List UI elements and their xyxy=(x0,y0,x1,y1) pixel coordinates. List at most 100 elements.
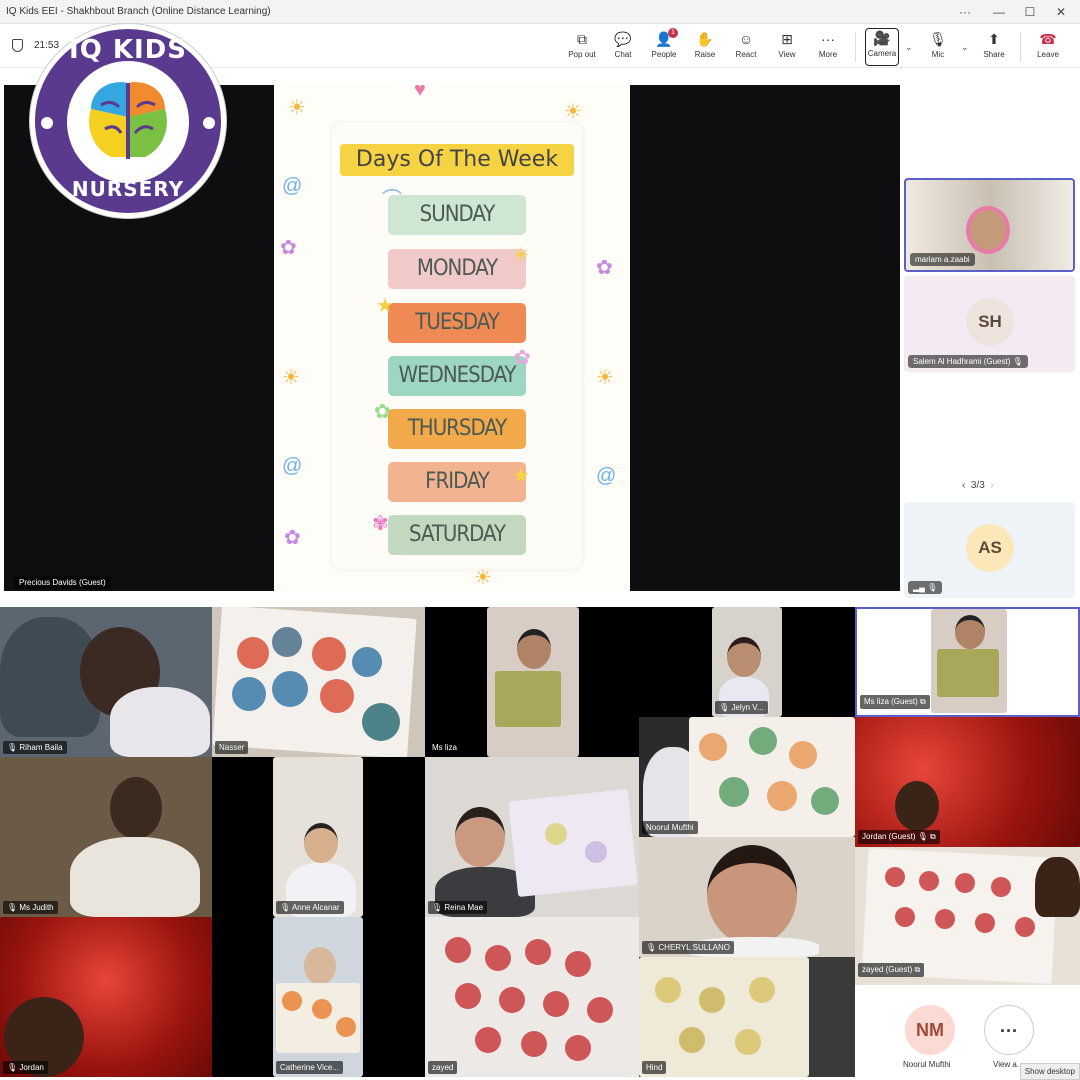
participant-video-person xyxy=(895,781,939,831)
participant-tile[interactable]: SH Salem Al Hadhrami (Guest) 🎙 xyxy=(904,276,1075,372)
participant-tile[interactable]: Catherine Vice... xyxy=(212,917,425,1077)
day-monday: MONDAY xyxy=(388,249,526,289)
participant-name-tag: mariam a.zaabi xyxy=(910,253,975,266)
view-all-button[interactable]: ··· xyxy=(984,1005,1034,1055)
people-icon: 👤 xyxy=(655,31,673,47)
participant-tile[interactable]: mariam a.zaabi xyxy=(904,178,1075,272)
participant-tile[interactable]: Noorul Mufthi xyxy=(639,717,855,837)
mic-options-chevron-icon[interactable]: ⌄ xyxy=(961,42,969,53)
day-saturday: SATURDAY xyxy=(388,515,526,555)
window-more-button[interactable]: ··· xyxy=(956,3,974,21)
participant-name-tag: 🎙 Riham Baila xyxy=(3,741,67,754)
painting-paper xyxy=(639,957,809,1077)
paint-print xyxy=(749,727,777,755)
paint-print xyxy=(679,1027,705,1053)
paint-print xyxy=(655,977,681,1003)
shooting-star-icon: ★ xyxy=(512,465,530,487)
paint-print xyxy=(749,977,775,1003)
paint-print xyxy=(499,987,525,1013)
day-sunday: SUNDAY xyxy=(388,195,526,235)
paint-print xyxy=(455,983,481,1009)
paint-print xyxy=(699,987,725,1013)
more-button[interactable]: ··· More xyxy=(808,30,848,64)
participant-avatar: AS xyxy=(966,524,1014,572)
raise-hand-button[interactable]: ✋ Raise xyxy=(685,30,725,64)
participant-tile[interactable]: zayed (Guest) ⧉ xyxy=(855,847,1080,985)
participant-tile[interactable]: Jordan (Guest) 🎙 ⧉ xyxy=(855,717,1080,847)
shared-slide: ☀ ☀ @ ✿ ☀ @ ✿ ✿ ☀ @ ♥ ☀ Days Of The Week… xyxy=(274,85,630,591)
sun-doodle-icon: ☀ xyxy=(564,101,582,123)
show-desktop-button[interactable]: Show desktop xyxy=(1019,1063,1080,1080)
day-thursday: THURSDAY xyxy=(388,409,526,449)
participant-name-tag: Jordan (Guest) 🎙 ⧉ xyxy=(858,830,940,844)
participant-tile[interactable]: AS ▂▄ 🎙 xyxy=(904,502,1075,598)
screen-share-icon: ⧉ xyxy=(920,697,926,706)
participant-tile[interactable]: 🎙 Anne Alcanar xyxy=(212,757,425,917)
title-bar: IQ Kids EEI - Shakhbout Branch (Online D… xyxy=(0,0,1080,24)
smiley-icon: ☺ xyxy=(738,31,754,47)
participant-video-person xyxy=(1035,857,1080,917)
share-button[interactable]: ⬆ Share xyxy=(974,30,1014,64)
minimize-button[interactable]: — xyxy=(990,3,1008,21)
speaker-name-tag: Precious Davids (Guest) xyxy=(14,576,111,589)
mic-button[interactable]: 🎙 Mic xyxy=(918,30,958,64)
participant-tile[interactable]: 🎙 CHERYL SULLANO xyxy=(639,837,855,957)
participant-name-tag: Hind xyxy=(642,1061,667,1074)
flower-doodle-icon: ✿ xyxy=(284,527,301,549)
participant-name-tag: 🎙 CHERYL SULLANO xyxy=(642,941,734,954)
participant-tile[interactable]: 🎙 Jelyn V... xyxy=(639,607,855,717)
logo-dot xyxy=(203,117,215,129)
star-icon: ★ xyxy=(376,295,394,317)
next-page-chevron-icon[interactable]: › xyxy=(990,480,993,491)
participant-tile[interactable]: Ms liza (Guest) ⧉ xyxy=(855,607,1080,717)
more-icon: ··· xyxy=(821,31,835,47)
slide-title: Days Of The Week xyxy=(340,144,574,176)
participant-tile[interactable]: zayed xyxy=(425,917,639,1077)
chat-button[interactable]: 💬 Chat xyxy=(603,30,643,64)
sun-cloud-icon: ☀ xyxy=(512,245,530,267)
maximize-button[interactable]: ☐ xyxy=(1021,3,1039,21)
sun-doodle-icon: ☀ xyxy=(282,367,300,389)
participant-name-tag: Noorul Mufthi xyxy=(642,821,698,834)
participant-tile[interactable]: Hind xyxy=(639,957,855,1077)
paint-print xyxy=(955,873,975,893)
participant-tile[interactable]: 🎙 Riham Baila xyxy=(0,607,212,757)
view-button[interactable]: ⊞ View xyxy=(767,30,807,64)
hangup-icon: ☎ xyxy=(1039,31,1057,47)
participant-avatar[interactable]: NM xyxy=(905,1005,955,1055)
popout-button[interactable]: ⧉ Pop out xyxy=(562,30,602,64)
sun-doodle-icon: ☀ xyxy=(288,97,306,119)
participant-video-person xyxy=(70,837,200,917)
camera-button[interactable]: 🎥 Camera xyxy=(865,28,899,66)
mic-muted-icon: 🎙 xyxy=(917,832,928,841)
react-button[interactable]: ☺ React xyxy=(726,30,766,64)
close-window-button[interactable]: ✕ xyxy=(1052,3,1070,21)
swirl-doodle-icon: @ xyxy=(282,175,303,197)
participant-tile[interactable]: Ms liza xyxy=(425,607,639,757)
paint-print xyxy=(312,999,332,1019)
leave-button[interactable]: ☎ Leave xyxy=(1028,30,1068,64)
days-card: Days Of The Week SUNDAY MONDAY TUESDAY W… xyxy=(332,123,582,569)
people-badge: 1 xyxy=(668,28,678,38)
participant-video-person xyxy=(110,687,210,757)
paint-print xyxy=(272,671,308,707)
paint-print xyxy=(320,679,354,713)
participant-tile[interactable]: 🎙 Jordan xyxy=(0,917,212,1077)
participant-side-panel: mariam a.zaabi SH Salem Al Hadhrami (Gue… xyxy=(900,68,1080,606)
participant-tile[interactable]: 🎙 Reina Mae xyxy=(425,757,639,917)
camera-options-chevron-icon[interactable]: ⌄ xyxy=(905,42,913,53)
window-title: IQ Kids EEI - Shakhbout Branch (Online D… xyxy=(6,6,271,17)
prev-page-chevron-icon[interactable]: ‹ xyxy=(962,480,965,491)
paint-print xyxy=(719,777,749,807)
participant-tile[interactable]: 🎙 Ms Judith xyxy=(0,757,212,917)
people-button[interactable]: 👤 1 People xyxy=(644,28,684,64)
participant-video-person xyxy=(517,629,551,669)
paint-print xyxy=(232,677,266,711)
paint-print xyxy=(362,703,400,741)
day-friday: FRIDAY xyxy=(388,462,526,502)
participant-tile[interactable]: Nasser xyxy=(212,607,425,757)
swirl-doodle-icon: @ xyxy=(282,455,303,477)
toolbar-divider xyxy=(1020,32,1021,62)
logo-text-bottom: NURSERY xyxy=(71,177,185,201)
overflow-participants: NM Noorul Mufthi ··· View a... Show desk… xyxy=(855,985,1080,1080)
